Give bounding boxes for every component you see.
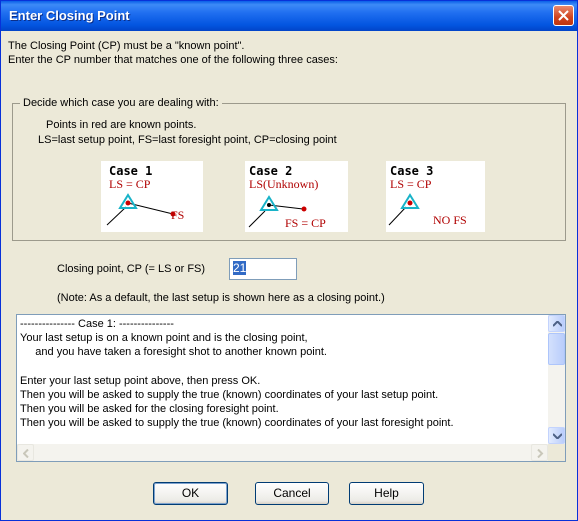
help-text-line: --------------- Case 1: --------------- <box>20 318 174 330</box>
help-text-line: Then you will be asked to supply the tru… <box>20 389 439 401</box>
help-text-line: Then you will be asked for the closing f… <box>20 403 279 416</box>
help-text-lines: --------------- Case 1: --------------- Y… <box>20 317 545 431</box>
scroll-right-button[interactable] <box>531 444 548 461</box>
help-text-line: and you have taken a foresight shot to a… <box>20 346 327 359</box>
known-points-note: Points in red are known points. <box>46 119 197 131</box>
close-button[interactable] <box>553 5 574 26</box>
scroll-corner <box>548 444 565 461</box>
help-button[interactable]: Help <box>349 482 424 505</box>
scroll-down-button[interactable] <box>548 427 565 444</box>
case-point-label: FS <box>171 208 185 222</box>
scroll-up-button[interactable] <box>548 315 565 332</box>
chevron-right-icon <box>537 449 544 458</box>
help-text-line: Then you will be asked to supply the tru… <box>20 417 454 430</box>
intro-line-1: The Closing Point (CP) must be a "known … <box>8 40 245 52</box>
scroll-left-button[interactable] <box>17 444 34 461</box>
case-1-diagram: Case 1 LS = CP FS <box>101 161 203 232</box>
vertical-scrollbar[interactable] <box>548 315 565 444</box>
chevron-up-icon <box>553 321 562 327</box>
chevron-left-icon <box>23 449 29 458</box>
abbreviations-note: LS=last setup point, FS=last foresight p… <box>38 134 337 146</box>
case-group-legend: Decide which case you are dealing with: <box>20 97 222 109</box>
close-icon <box>558 10 569 21</box>
help-text-line: Enter your last setup point above, then … <box>20 374 261 387</box>
vertical-scroll-thumb[interactable] <box>548 333 565 365</box>
cancel-button[interactable]: Cancel <box>255 482 329 505</box>
case-help-textbox[interactable]: --------------- Case 1: --------------- Y… <box>16 314 566 462</box>
case-point-label: NO FS <box>433 213 467 227</box>
intro-line-2: Enter the CP number that matches one of … <box>8 54 338 66</box>
horizontal-scrollbar[interactable] <box>17 444 548 461</box>
dialog-window: Enter Closing Point The Closing Point (C… <box>0 0 578 521</box>
help-text-line: Your last setup is on a known point and … <box>20 332 308 345</box>
closing-point-input[interactable]: 21 <box>229 258 297 280</box>
closing-point-label: Closing point, CP (= LS or FS) <box>57 263 206 275</box>
case-2-diagram: Case 2 LS(Unknown) FS = CP <box>245 161 348 232</box>
case-point-label: FS = CP <box>285 216 326 230</box>
dialog-title: Enter Closing Point <box>9 8 130 23</box>
default-note: (Note: As a default, the last setup is s… <box>57 292 385 304</box>
help-text-line <box>20 360 545 374</box>
title-bar[interactable]: Enter Closing Point <box>1 1 577 31</box>
case-1-sketch <box>106 193 176 226</box>
case-3-diagram: Case 3 LS = CP NO FS <box>386 161 485 232</box>
ok-button[interactable]: OK <box>153 482 228 505</box>
chevron-down-icon <box>553 433 562 439</box>
closing-point-value: 21 <box>233 261 247 275</box>
